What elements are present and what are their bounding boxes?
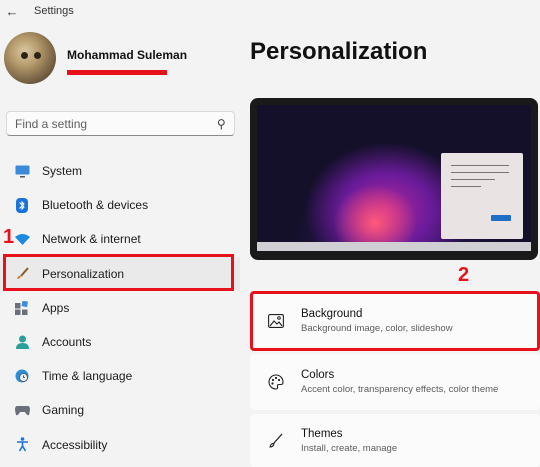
sidebar-item-label: System <box>42 164 83 179</box>
profile-name: Mohammad Suleman <box>67 48 188 62</box>
sidebar-item-label: Time & language <box>42 369 133 384</box>
person-icon <box>14 334 30 350</box>
sidebar-item-apps[interactable]: Apps <box>0 291 240 325</box>
themes-setting-card[interactable]: Themes Install, create, manage <box>250 414 540 467</box>
sidebar-item-label: Network & internet <box>42 232 141 247</box>
image-icon <box>266 311 286 331</box>
colors-setting-card[interactable]: Colors Accent color, transparency effect… <box>250 354 540 410</box>
background-setting-card[interactable]: Background Background image, color, slid… <box>250 291 540 351</box>
sidebar-item-time-language[interactable]: Time & language <box>0 359 240 393</box>
card-subtitle: Accent color, transparency effects, colo… <box>301 384 499 395</box>
card-title: Colors <box>301 369 335 381</box>
sidebar-nav: System Bluetooth & devices Network & int… <box>0 154 240 462</box>
sidebar-item-bluetooth[interactable]: Bluetooth & devices <box>0 188 240 222</box>
arrow-left-icon: ← <box>5 3 19 19</box>
page-title: Personalization <box>250 38 428 65</box>
search-icon[interactable]: ⚲ <box>217 117 226 131</box>
wifi-icon <box>14 231 30 247</box>
app-title: Settings <box>34 5 74 17</box>
preview-window <box>441 153 523 239</box>
name-highlight-underline <box>67 70 167 75</box>
card-subtitle: Background image, color, slideshow <box>301 323 453 334</box>
palette-icon <box>266 372 286 392</box>
sidebar-item-gaming[interactable]: Gaming <box>0 393 240 427</box>
theme-preview-image <box>250 98 538 260</box>
pen-brush-icon <box>266 431 286 451</box>
sidebar-item-label: Bluetooth & devices <box>42 198 149 213</box>
preview-taskbar <box>257 242 531 251</box>
annotation-highlight-personalization <box>3 254 234 291</box>
sidebar-item-label: Accessibility <box>42 437 108 452</box>
card-title: Themes <box>301 427 343 440</box>
accessibility-icon <box>14 437 30 453</box>
annotation-step-1: 1 <box>3 226 15 248</box>
card-title: Background <box>301 308 363 320</box>
apps-icon <box>14 300 30 316</box>
user-profile[interactable]: Mohammad Suleman <box>4 32 187 84</box>
sidebar-item-accounts[interactable]: Accounts <box>0 325 240 359</box>
sidebar-item-label: Accounts <box>42 335 92 350</box>
sidebar-item-label: Apps <box>42 300 70 315</box>
annotation-step-2: 2 <box>458 264 470 286</box>
sidebar-item-system[interactable]: System <box>0 154 240 188</box>
avatar <box>4 32 56 84</box>
search-box[interactable]: Find a setting ⚲ <box>6 111 235 136</box>
sidebar-item-accessibility[interactable]: Accessibility <box>0 428 240 462</box>
sidebar-item-network[interactable]: Network & internet <box>0 222 240 256</box>
globe-clock-icon <box>14 368 30 384</box>
card-subtitle: Install, create, manage <box>301 442 398 454</box>
gamepad-icon <box>14 402 30 418</box>
bluetooth-icon <box>14 197 30 213</box>
search-input[interactable]: Find a setting <box>15 117 217 131</box>
monitor-icon <box>14 163 30 179</box>
back-button[interactable]: ← <box>0 0 24 22</box>
sidebar-item-label: Gaming <box>42 403 85 418</box>
title-bar: ← Settings <box>0 0 540 22</box>
